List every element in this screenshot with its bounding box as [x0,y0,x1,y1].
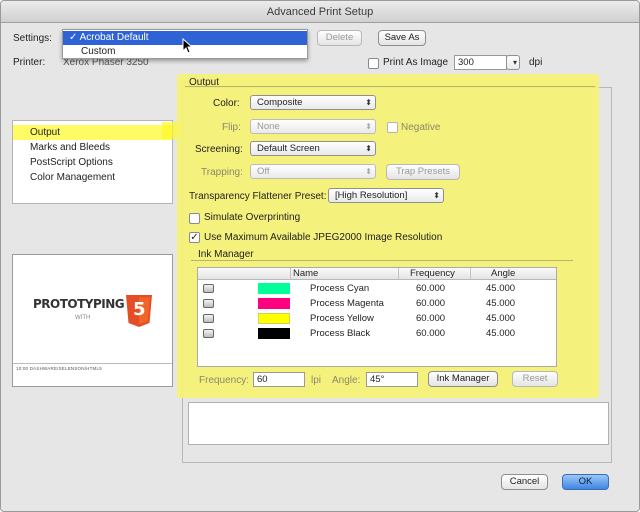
reset-button[interactable]: Reset [512,371,558,387]
html5-badge-text: 5 [133,299,146,320]
chevron-down-icon: ▾ [512,58,517,67]
cancel-button[interactable]: Cancel [501,474,548,490]
ink-swatch [258,298,290,309]
flip-label: Flip: [222,122,241,133]
printer-icon [203,329,214,338]
sidebar-item-output[interactable]: Output [13,125,172,140]
jpeg2000-label: Use Maximum Available JPEG2000 Image Res… [204,232,443,243]
ok-button[interactable]: OK [562,474,609,490]
column-header-name[interactable]: Name [293,268,318,280]
sidebar-item-marks-and-bleeds[interactable]: Marks and Bleeds [13,140,172,155]
flattener-preset-select[interactable]: [High Resolution] ⬍ [328,188,444,203]
category-list: Output Marks and Bleeds PostScript Optio… [12,120,173,204]
jpeg2000-checkbox[interactable]: ✓ [189,232,200,243]
chevron-updown-icon: ⬍ [365,122,372,131]
screening-select[interactable]: Default Screen ⬍ [250,141,376,156]
preview-title: PROTOTYPING [33,297,125,311]
trapping-select[interactable]: Off ⬍ [250,164,376,179]
ink-swatch [258,313,290,324]
output-section-divider [185,86,595,87]
print-as-image-label: Print As Image [383,57,449,68]
print-as-image-checkbox[interactable] [368,58,379,69]
ink-manager-divider [191,260,573,261]
chevron-updown-icon: ⬍ [365,144,372,153]
column-divider [470,268,471,280]
simulate-overprinting-checkbox[interactable] [189,213,200,224]
printer-icon [203,284,214,293]
sidebar-item-postscript-options[interactable]: PostScript Options [13,155,172,170]
negative-label: Negative [401,122,441,133]
chevron-updown-icon: ⬍ [365,98,372,107]
dpi-input[interactable]: 300 [454,55,507,70]
dpi-label: dpi [529,57,543,68]
advanced-print-setup-window: Advanced Print Setup Settings: Delete Sa… [0,0,640,512]
color-select[interactable]: Composite ⬍ [250,95,376,110]
column-divider [290,268,291,280]
preview-footer-rule [13,363,172,364]
angle-input[interactable]: 45° [366,372,418,387]
ink-row-cyan[interactable]: Process Cyan 60.000 45.000 [198,281,556,296]
save-as-button[interactable]: Save As [378,30,426,46]
simulate-overprinting-label: Simulate Overprinting [204,212,301,223]
ink-manager-button[interactable]: Ink Manager [428,371,498,387]
color-label: Color: [213,98,240,109]
checkmark-icon: ✓ [69,32,78,43]
dpi-dropdown-button[interactable]: ▾ [506,55,520,70]
printer-label: Printer: [13,57,46,68]
ink-swatch [258,328,290,339]
flattener-preset-label: Transparency Flattener Preset: [189,191,327,202]
mouse-cursor-icon [182,38,193,54]
negative-checkbox[interactable] [387,122,398,133]
ink-row-black[interactable]: Process Black 60.000 45.000 [198,326,556,341]
column-divider [398,268,399,280]
window-title: Advanced Print Setup [1,1,639,23]
column-header-angle[interactable]: Angle [491,268,515,280]
delete-button[interactable]: Delete [317,30,362,46]
sidebar-item-color-management[interactable]: Color Management [13,170,172,185]
frequency-input[interactable]: 60 [253,372,305,387]
lpi-label: lpi [311,375,322,386]
chevron-updown-icon: ⬍ [365,167,372,176]
preview-footer-text: 10:00 DASHWARE/SELENSON/HTML5 [16,366,102,371]
ink-row-magenta[interactable]: Process Magenta 60.000 45.000 [198,296,556,311]
flip-select[interactable]: None ⬍ [250,119,376,134]
description-box [188,402,609,445]
ink-table-header: Name Frequency Angle [198,268,556,280]
ink-row-yellow[interactable]: Process Yellow 60.000 45.000 [198,311,556,326]
screening-label: Screening: [195,144,243,155]
printer-icon [203,299,214,308]
trapping-label: Trapping: [201,167,243,178]
page-preview: PROTOTYPING WITH 5 10:00 DASHWARE/SELENS… [12,254,173,387]
frequency-label: Frequency: [199,375,250,386]
trap-presets-button[interactable]: Trap Presets [386,164,460,180]
chevron-updown-icon: ⬍ [433,191,440,200]
angle-label: Angle: [332,375,361,386]
settings-label: Settings: [13,33,52,44]
printer-icon [203,314,214,323]
column-header-frequency[interactable]: Frequency [410,268,455,280]
ink-manager-table: Name Frequency Angle Process Cyan 60.000… [197,267,557,367]
ink-manager-label: Ink Manager [198,249,254,260]
preview-subtitle: WITH [75,315,91,321]
ink-swatch [258,283,290,294]
